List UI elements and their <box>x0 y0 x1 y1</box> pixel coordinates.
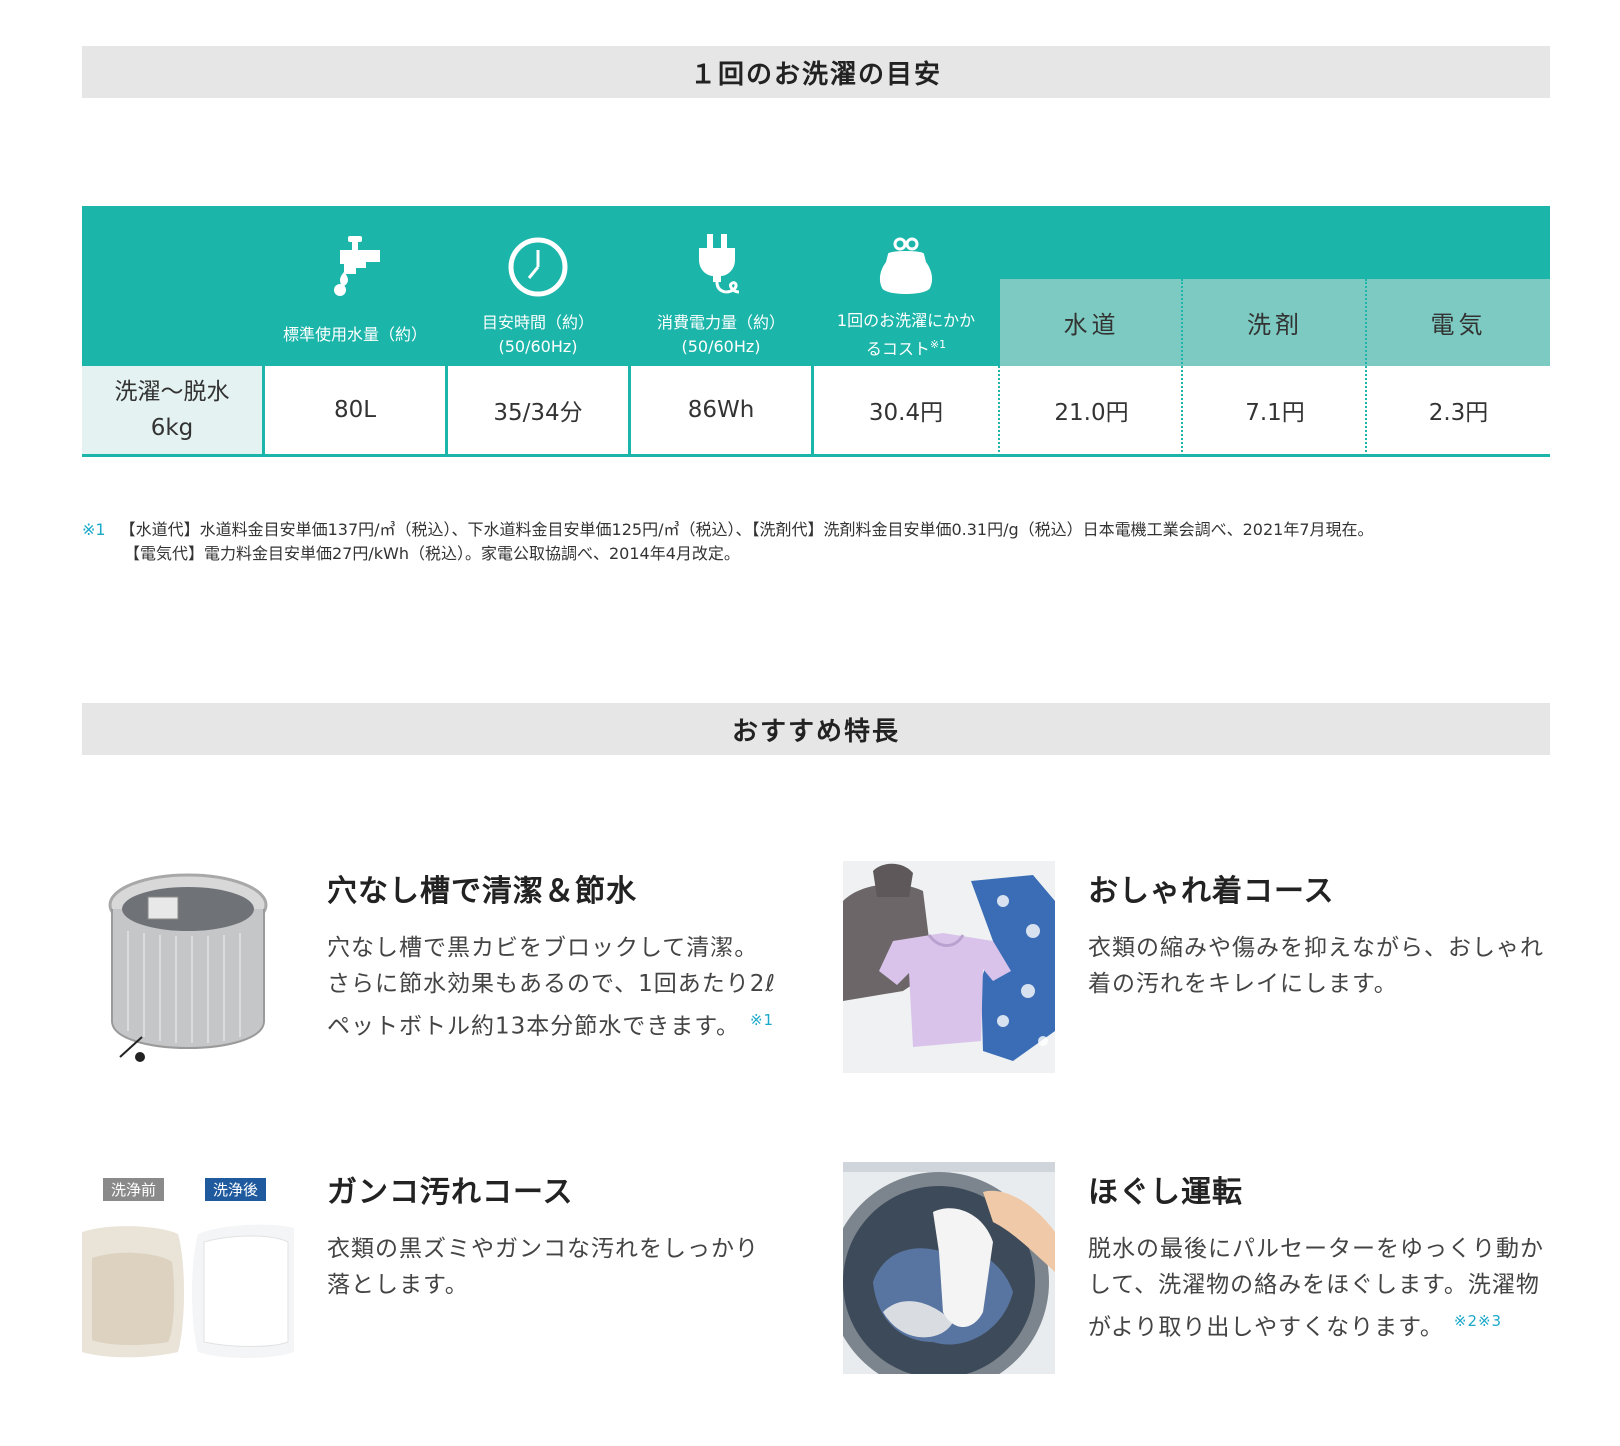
table-footnote: ※1 【水道代】水道料金目安単価137円/㎥（税込）、下水道料金目安単価125円/… <box>82 518 1562 566</box>
stain-comparison-image: 洗浄前 洗浄後 <box>82 1162 294 1374</box>
value-cost: 30.4円 <box>814 366 998 454</box>
feature-body-fashion-course: 衣類の縮みや傷みを抑えながら、おしゃれ着の汚れをキレイにします。 <box>1088 930 1548 1002</box>
clock-icon <box>507 220 569 298</box>
untangle-drum-image <box>829 1162 1055 1392</box>
feature-ref-untangle: ※2※3 <box>1453 1312 1503 1330</box>
dotted-divider <box>1365 279 1367 456</box>
feature-body-no-hole-tub: 穴なし槽で黒カビをブロックして清潔。さらに節水効果もあるので、1回あたり2ℓペッ… <box>327 930 777 1045</box>
coin-purse-icon <box>876 220 936 298</box>
header-cost-note: ※1 <box>929 337 947 351</box>
feature-title-tough-stain-course: ガンコ汚れコース <box>327 1175 574 1210</box>
after-wash-tag: 洗浄後 <box>205 1178 267 1201</box>
features-section-title: おすすめ特長 <box>82 703 1550 755</box>
header-power-hz: (50/60Hz) <box>681 337 761 356</box>
subheader-water: 水道 <box>1000 279 1183 366</box>
row-label: 洗濯〜脱水 6kg <box>82 366 262 454</box>
table-bottom-rule <box>82 454 1550 457</box>
feature-title-fashion-course: おしゃれ着コース <box>1088 874 1335 909</box>
footnote-line2: 【電気代】電力料金目安単価27円/kWh（税込）。家電公取協調べ、2014年4月… <box>124 544 740 563</box>
feature-text-no-hole-tub: 穴なし槽で黒カビをブロックして清潔。さらに節水効果もあるので、1回あたり2ℓペッ… <box>327 935 776 1040</box>
footnote-mark: ※1 <box>82 520 106 539</box>
header-power: 消費電力量（約） (50/60Hz) <box>631 206 811 366</box>
feature-title-untangle: ほぐし運転 <box>1088 1175 1243 1210</box>
dotted-divider <box>998 279 1000 456</box>
header-time-hz: (50/60Hz) <box>498 337 578 356</box>
header-water-label: 標準使用水量（約） <box>282 325 427 344</box>
header-power-label: 消費電力量（約） <box>656 313 785 332</box>
value-electric-cost: 2.3円 <box>1367 366 1550 454</box>
value-water: 80L <box>265 366 445 454</box>
column-divider <box>262 206 265 456</box>
plug-icon <box>691 220 751 298</box>
header-cost: 1回のお洗濯にかか るコスト※1 <box>814 206 998 366</box>
value-water-cost: 21.0円 <box>1000 366 1183 454</box>
feature-body-untangle: 脱水の最後にパルセーターをゆっくり動かして、洗濯物の絡みをほぐします。洗濯物がよ… <box>1088 1231 1548 1346</box>
spec-table: 標準使用水量（約） 目安時間（約） (50/60Hz) 消費電力量（約） (50… <box>82 206 1550 458</box>
subheader-detergent: 洗剤 <box>1183 279 1367 366</box>
column-divider <box>628 206 631 456</box>
fashion-clothes-image <box>843 861 1055 1073</box>
value-time: 35/34分 <box>448 366 628 454</box>
column-divider <box>811 206 814 456</box>
header-time: 目安時間（約） (50/60Hz) <box>448 206 628 366</box>
dotted-divider <box>1181 279 1183 456</box>
row-label-capacity: 6kg <box>150 415 194 441</box>
tub-image <box>82 861 294 1073</box>
value-power: 86Wh <box>631 366 811 454</box>
header-cost-line2: るコスト <box>865 339 930 359</box>
subheader-electric: 電気 <box>1367 279 1550 366</box>
table-corner-cell <box>82 206 262 366</box>
feature-ref-no-hole-tub: ※1 <box>749 1011 775 1029</box>
feature-text-fashion-course: 衣類の縮みや傷みを抑えながら、おしゃれ着の汚れをキレイにします。 <box>1088 935 1544 997</box>
before-wash-tag: 洗浄前 <box>103 1178 165 1201</box>
guide-section-title: １回のお洗濯の目安 <box>82 46 1550 98</box>
header-water: 標準使用水量（約） <box>265 206 445 366</box>
column-divider <box>445 206 448 456</box>
header-time-label: 目安時間（約） <box>481 313 594 332</box>
footnote-line1: 【水道代】水道料金目安単価137円/㎥（税込）、下水道料金目安単価125円/㎥（… <box>119 520 1374 539</box>
header-cost-line1: 1回のお洗濯にかか <box>836 310 976 330</box>
faucet-icon <box>320 220 390 298</box>
feature-body-tough-stain-course: 衣類の黒ズミやガンコな汚れをしっかり落とします。 <box>327 1231 777 1303</box>
row-label-course: 洗濯〜脱水 <box>114 379 230 405</box>
feature-title-no-hole-tub: 穴なし槽で清潔＆節水 <box>327 874 637 909</box>
feature-text-tough-stain-course: 衣類の黒ズミやガンコな汚れをしっかり落とします。 <box>327 1236 759 1298</box>
value-detergent-cost: 7.1円 <box>1183 366 1367 454</box>
